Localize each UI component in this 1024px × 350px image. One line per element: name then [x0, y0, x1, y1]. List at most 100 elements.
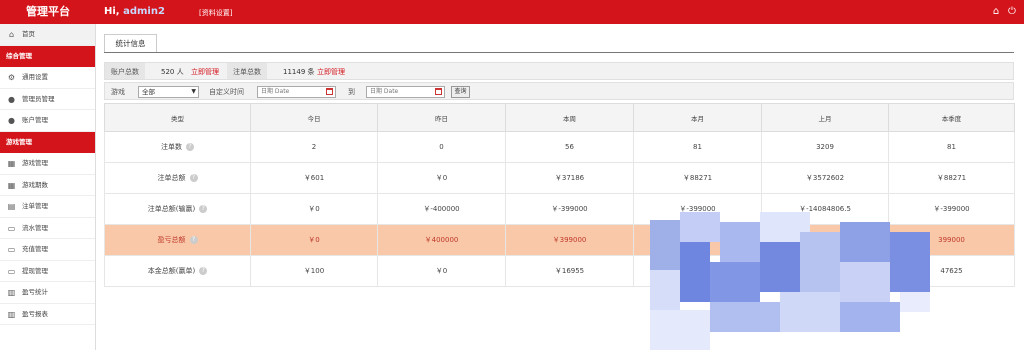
- user-icon: ●: [8, 94, 15, 104]
- row-label-cell: 本金总额(赢单)?: [104, 255, 251, 287]
- tab-statistics[interactable]: 统计信息: [104, 34, 157, 52]
- sidebar-item-profit-stats[interactable]: ▥ 盈亏统计: [0, 282, 95, 304]
- sidebar-item-orders[interactable]: ▤ 注单管理: [0, 196, 95, 218]
- game-select[interactable]: 全部 ▼: [138, 86, 199, 98]
- help-icon[interactable]: ?: [199, 267, 208, 275]
- table-cell: 0: [377, 131, 506, 163]
- grid-icon: ▦: [7, 180, 16, 190]
- date-to-placeholder: 日期 Date: [370, 88, 399, 95]
- sidebar-item-label: 提现管理: [22, 266, 48, 275]
- date-to-input[interactable]: 日期 Date: [366, 86, 445, 98]
- row-label: 本金总额(赢单): [147, 267, 196, 275]
- sidebar-item-label: 游戏期数: [22, 180, 48, 189]
- row-label-cell: 注单总额(输赢)?: [104, 193, 251, 225]
- sidebar-item-label: 流水管理: [22, 223, 48, 232]
- user-icon: ●: [8, 116, 15, 125]
- table-cell: ￥3572602: [761, 162, 889, 194]
- sidebar-item-label: 账户管理: [22, 116, 48, 124]
- top-bar: 管理平台 Hi, admin2 [资料设置] ⌂ ⏻: [0, 0, 1024, 24]
- table-cell: ￥100: [250, 255, 378, 287]
- table-cell: ￥0: [377, 255, 506, 287]
- table-cell: ￥0: [250, 224, 378, 256]
- gear-icon: ⚙: [7, 73, 16, 82]
- date-from-placeholder: 日期 Date: [261, 88, 290, 95]
- to-label: 到: [348, 88, 355, 96]
- orders-manage-link[interactable]: 立即管理: [317, 63, 345, 81]
- sidebar-item-accounts[interactable]: ● 账户管理: [0, 110, 95, 132]
- document-icon: ▭: [7, 266, 16, 276]
- summary-row: 账户总数 520 人 立即管理 注单总数 11149 条 立即管理: [104, 62, 1014, 80]
- sidebar-item-home[interactable]: ⌂ 首页: [0, 24, 95, 46]
- custom-time-label: 自定义时间: [209, 88, 244, 96]
- help-icon[interactable]: ?: [199, 205, 208, 213]
- sidebar-item-general-settings[interactable]: ⚙ 通用设置: [0, 67, 95, 89]
- table-cell: ￥-400000: [377, 193, 506, 225]
- sidebar-item-flow[interactable]: ▭ 流水管理: [0, 218, 95, 239]
- table-cell: 81: [633, 131, 762, 163]
- table-cell: ￥399000: [505, 224, 634, 256]
- column-header: 本月: [633, 103, 762, 132]
- table-cell: ￥16955: [505, 255, 634, 287]
- column-header: 昨日: [377, 103, 506, 132]
- sidebar-item-label: 游戏管理: [22, 159, 48, 167]
- help-icon[interactable]: ?: [189, 174, 198, 182]
- greeting: Hi, admin2: [104, 0, 165, 24]
- column-header: 类型: [104, 103, 251, 132]
- sidebar-item-label: 首页: [22, 30, 35, 38]
- sidebar-item-games[interactable]: ▦ 游戏管理: [0, 153, 95, 175]
- chart-icon: ▥: [7, 288, 16, 297]
- table-cell: 2: [250, 131, 378, 163]
- profile-settings-link[interactable]: [资料设置]: [199, 8, 232, 18]
- sidebar-item-label: 盈亏统计: [22, 288, 48, 296]
- row-label: 注单总额: [157, 174, 186, 182]
- game-label: 游戏: [111, 88, 125, 96]
- home-icon[interactable]: ⌂: [990, 6, 1002, 18]
- home-icon: ⌂: [8, 30, 15, 39]
- calendar-icon[interactable]: [326, 88, 333, 95]
- sidebar-item-label: 充值管理: [22, 245, 48, 253]
- table-header-row: 类型 今日 昨日 本周 本月 上月 本季度: [104, 103, 1015, 132]
- sidebar-item-label: 管理员管理: [22, 94, 55, 103]
- accounts-manage-link[interactable]: 立即管理: [191, 63, 219, 81]
- sidebar-section-general: 综合管理: [0, 45, 95, 67]
- table-cell: 56: [505, 131, 634, 163]
- row-label-cell: 注单总额?: [104, 162, 251, 194]
- table-row: 注单总额? ￥601 ￥0 ￥37186 ￥88271 ￥3572602 ￥88…: [104, 162, 1015, 194]
- query-button[interactable]: 查询: [451, 86, 470, 98]
- list-icon: ▤: [7, 202, 16, 211]
- document-icon: ▭: [7, 245, 16, 254]
- column-header: 上月: [761, 103, 889, 132]
- column-header: 本季度: [888, 103, 1015, 132]
- document-icon: ▭: [7, 223, 16, 233]
- calendar-icon[interactable]: [435, 88, 442, 95]
- date-from-input[interactable]: 日期 Date: [257, 86, 336, 98]
- brand-title: 管理平台: [26, 5, 70, 18]
- pixelated-watermark: [650, 212, 950, 350]
- table-row: 注单数? 2 0 56 81 3209 81: [104, 131, 1015, 163]
- sidebar-item-admins[interactable]: ● 管理员管理: [0, 89, 95, 110]
- filter-row: 游戏 全部 ▼ 自定义时间 日期 Date 到 日期 Date 查询: [104, 82, 1014, 100]
- sidebar-item-withdraw[interactable]: ▭ 提现管理: [0, 261, 95, 282]
- table-cell: ￥88271: [888, 162, 1015, 194]
- table-cell: ￥-399000: [505, 193, 634, 225]
- sidebar-item-recharge[interactable]: ▭ 充值管理: [0, 239, 95, 261]
- row-label: 盈亏总额: [157, 236, 186, 244]
- sidebar-item-label: 注单管理: [22, 202, 48, 210]
- sidebar-item-profit-report[interactable]: ▥ 盈亏报表: [0, 304, 95, 325]
- accounts-label: 账户总数: [105, 63, 145, 79]
- table-cell: 3209: [761, 131, 889, 163]
- sidebar-item-label: 通用设置: [22, 73, 48, 81]
- table-cell: ￥400000: [377, 224, 506, 256]
- row-label: 注单总额(输赢): [147, 205, 196, 213]
- help-icon[interactable]: ?: [189, 236, 198, 244]
- chevron-down-icon: ▼: [191, 88, 196, 95]
- help-icon[interactable]: ?: [186, 143, 194, 151]
- sidebar-item-periods[interactable]: ▦ 游戏期数: [0, 175, 95, 196]
- power-icon[interactable]: ⏻: [1006, 6, 1018, 18]
- row-label-cell: 注单数?: [104, 131, 251, 163]
- accounts-value: 520 人: [161, 68, 184, 76]
- sidebar-section-games: 游戏管理: [0, 131, 95, 153]
- table-cell: ￥601: [250, 162, 378, 194]
- game-select-value: 全部: [142, 88, 155, 96]
- username[interactable]: admin2: [123, 6, 165, 17]
